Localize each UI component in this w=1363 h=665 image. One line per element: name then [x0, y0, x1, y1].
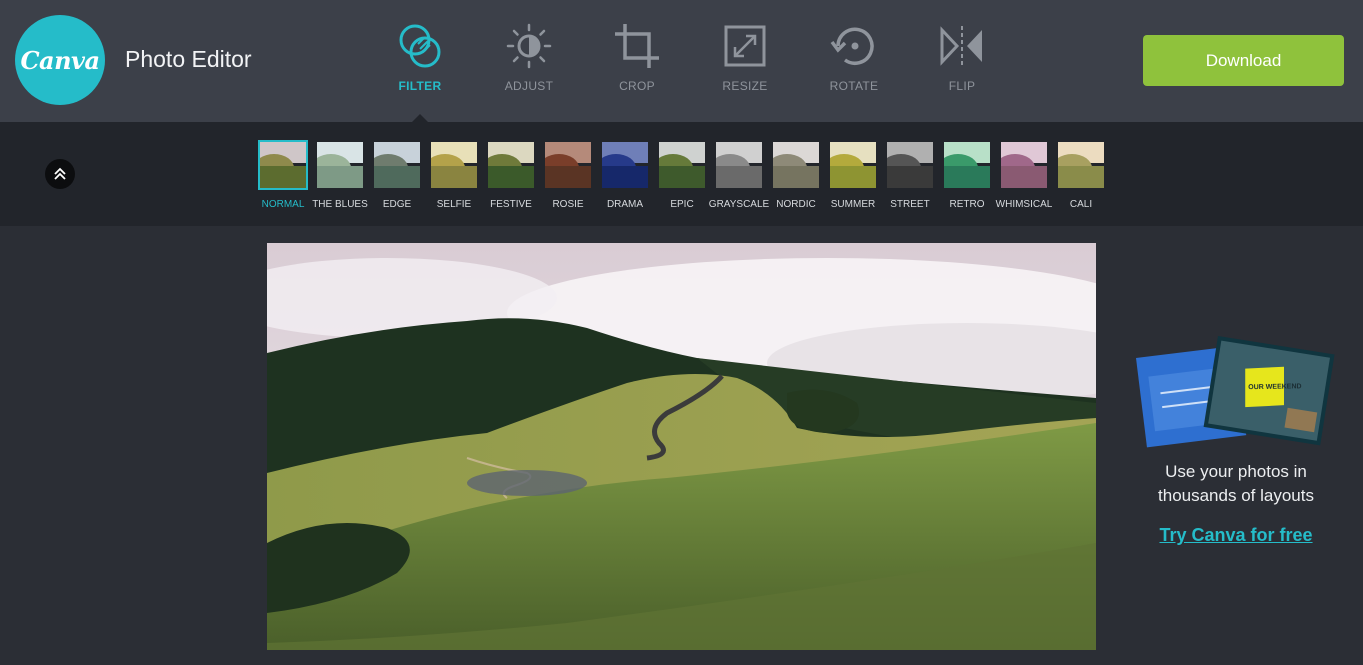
rotate-icon	[830, 27, 874, 65]
filter-edge[interactable]: EDGE	[370, 140, 424, 210]
filter-thumbnail	[828, 140, 878, 190]
filter-thumbnail	[543, 140, 593, 190]
tool-label: FLIP	[948, 79, 976, 93]
filter-strip: NORMAL THE BLUES EDGE SELFIE FESTIVE ROSIE DRA…	[0, 122, 1363, 226]
filter-thumbnail	[885, 140, 935, 190]
photo-canvas[interactable]	[267, 243, 1096, 650]
promo-line-1: Use your photos in	[1165, 462, 1307, 481]
filter-thumbnail	[258, 140, 308, 190]
filter-thumbnail	[771, 140, 821, 190]
filter-festive[interactable]: FESTIVE	[484, 140, 538, 210]
filter-label: CALI	[1069, 199, 1093, 210]
filter-rosie[interactable]: ROSIE	[541, 140, 595, 210]
promo-illustration[interactable]: OUR WEEKEND	[1132, 332, 1342, 457]
download-button[interactable]: Download	[1143, 35, 1344, 86]
filter-icon	[399, 24, 441, 68]
filter-thumbnail	[657, 140, 707, 190]
filter-thumbnail	[1056, 140, 1106, 190]
tool-label: ADJUST	[504, 79, 554, 93]
tool-filter[interactable]: FILTER	[365, 22, 475, 102]
filter-thumbnail	[315, 140, 365, 190]
filter-thumbnail	[942, 140, 992, 190]
filter-thumbnail	[429, 140, 479, 190]
logo-text: Canva	[20, 45, 100, 75]
filter-the-blues[interactable]: THE BLUES	[312, 140, 368, 210]
filter-normal[interactable]: NORMAL	[256, 140, 310, 210]
landscape-photo	[267, 243, 1096, 650]
layout-cards-image: OUR WEEKEND	[1136, 336, 1335, 448]
promo-message: Use your photos in thousands of layouts	[1120, 460, 1352, 508]
promo-card-text: OUR WEEKEND	[1248, 383, 1301, 391]
tool-label: ROTATE	[829, 79, 879, 93]
filter-thumbnail	[999, 140, 1049, 190]
filter-epic[interactable]: EPIC	[655, 140, 709, 210]
crop-icon	[615, 24, 659, 68]
tool-label: CROP	[619, 79, 655, 93]
filter-nordic[interactable]: NORDIC	[769, 140, 823, 210]
filter-street[interactable]: STREET	[883, 140, 937, 210]
collapse-button[interactable]	[45, 159, 75, 189]
filter-drama[interactable]: DRAMA	[598, 140, 652, 210]
adjust-icon	[506, 23, 552, 69]
filter-thumbnail	[600, 140, 650, 190]
chevron-double-up-icon	[54, 167, 66, 180]
top-toolbar: Canva Photo Editor FILTER ADJUST CROP RE…	[0, 0, 1363, 122]
resize-icon	[724, 25, 766, 67]
promo-line-2: thousands of layouts	[1158, 486, 1314, 505]
tool-adjust[interactable]: ADJUST	[474, 22, 584, 102]
tool-crop[interactable]: CROP	[582, 22, 692, 102]
filter-thumbnail	[486, 140, 536, 190]
app-title: Photo Editor	[125, 46, 252, 72]
canva-logo[interactable]: Canva	[15, 15, 105, 105]
flip-icon	[940, 26, 982, 66]
filter-thumbnail	[714, 140, 764, 190]
filter-selfie[interactable]: SELFIE	[427, 140, 481, 210]
tool-label: RESIZE	[722, 79, 768, 93]
tool-label: FILTER	[398, 79, 442, 93]
try-canva-link[interactable]: Try Canva for free	[1120, 525, 1352, 546]
tool-rotate[interactable]: ROTATE	[799, 22, 909, 102]
filter-cali[interactable]: CALI	[1054, 140, 1108, 210]
tool-resize[interactable]: RESIZE	[690, 22, 800, 102]
filter-grayscale[interactable]: GRAYSCALE	[709, 140, 769, 210]
filter-retro[interactable]: RETRO	[940, 140, 994, 210]
filter-summer[interactable]: SUMMER	[826, 140, 880, 210]
filter-whimsical[interactable]: WHIMSICAL	[996, 140, 1052, 210]
tool-flip[interactable]: FLIP	[907, 22, 1017, 102]
filter-thumbnail	[372, 140, 422, 190]
